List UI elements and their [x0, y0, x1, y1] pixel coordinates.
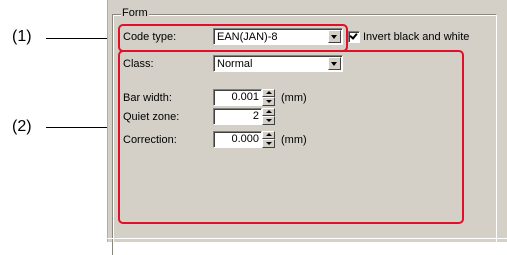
- invert-checkbox[interactable]: [348, 31, 360, 43]
- form-group-title: Form: [121, 6, 149, 20]
- callout-2-label: (2): [12, 118, 32, 135]
- callout-1-label: (1): [12, 28, 32, 45]
- panel-bottom-edge: [107, 238, 507, 239]
- checkmark-icon: [349, 31, 358, 40]
- invert-label: Invert black and white: [363, 31, 470, 43]
- callout-1-box: [118, 24, 348, 52]
- callout-2-box: [118, 50, 464, 224]
